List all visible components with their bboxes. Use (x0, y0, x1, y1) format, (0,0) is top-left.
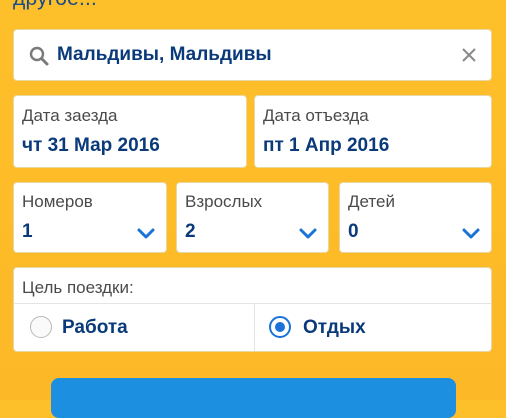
radio-unselected-icon[interactable] (30, 316, 52, 338)
purpose-option-label: Отдых (303, 317, 366, 338)
header-text: другое... (13, 0, 97, 11)
purpose-option-work[interactable]: Работа (14, 303, 254, 352)
adults-label: Взрослых (185, 192, 263, 211)
checkout-label: Дата отъезда (263, 106, 369, 125)
checkout-date-field[interactable]: Дата отъезда пт 1 Апр 2016 (254, 95, 492, 168)
chevron-down-icon (137, 228, 155, 239)
radio-selected-icon[interactable] (269, 316, 291, 338)
children-label: Детей (348, 192, 395, 211)
children-value: 0 (348, 221, 359, 242)
purpose-option-leisure[interactable]: Отдых (255, 303, 493, 352)
search-icon (29, 46, 49, 66)
rooms-value: 1 (22, 221, 33, 242)
checkout-value: пт 1 Апр 2016 (263, 135, 390, 156)
destination-value: Мальдивы, Мальдивы (57, 44, 272, 65)
destination-search-field[interactable]: Мальдивы, Мальдивы (13, 29, 492, 81)
adults-select[interactable]: Взрослых 2 (176, 182, 329, 253)
checkin-label: Дата заезда (22, 106, 118, 125)
chevron-down-icon (462, 228, 480, 239)
chevron-down-icon (299, 228, 317, 239)
purpose-option-label: Работа (62, 317, 128, 338)
children-select[interactable]: Детей 0 (339, 182, 492, 253)
trip-purpose-group: Цель поездки: Работа Отдых (13, 267, 492, 352)
checkin-value: чт 31 Мар 2016 (22, 135, 160, 156)
trip-purpose-label: Цель поездки: (22, 278, 134, 297)
checkin-date-field[interactable]: Дата заезда чт 31 Мар 2016 (13, 95, 247, 168)
rooms-select[interactable]: Номеров 1 (13, 182, 167, 253)
rooms-label: Номеров (22, 192, 93, 211)
close-icon[interactable] (458, 44, 480, 66)
search-button[interactable] (51, 378, 456, 418)
adults-value: 2 (185, 221, 196, 242)
